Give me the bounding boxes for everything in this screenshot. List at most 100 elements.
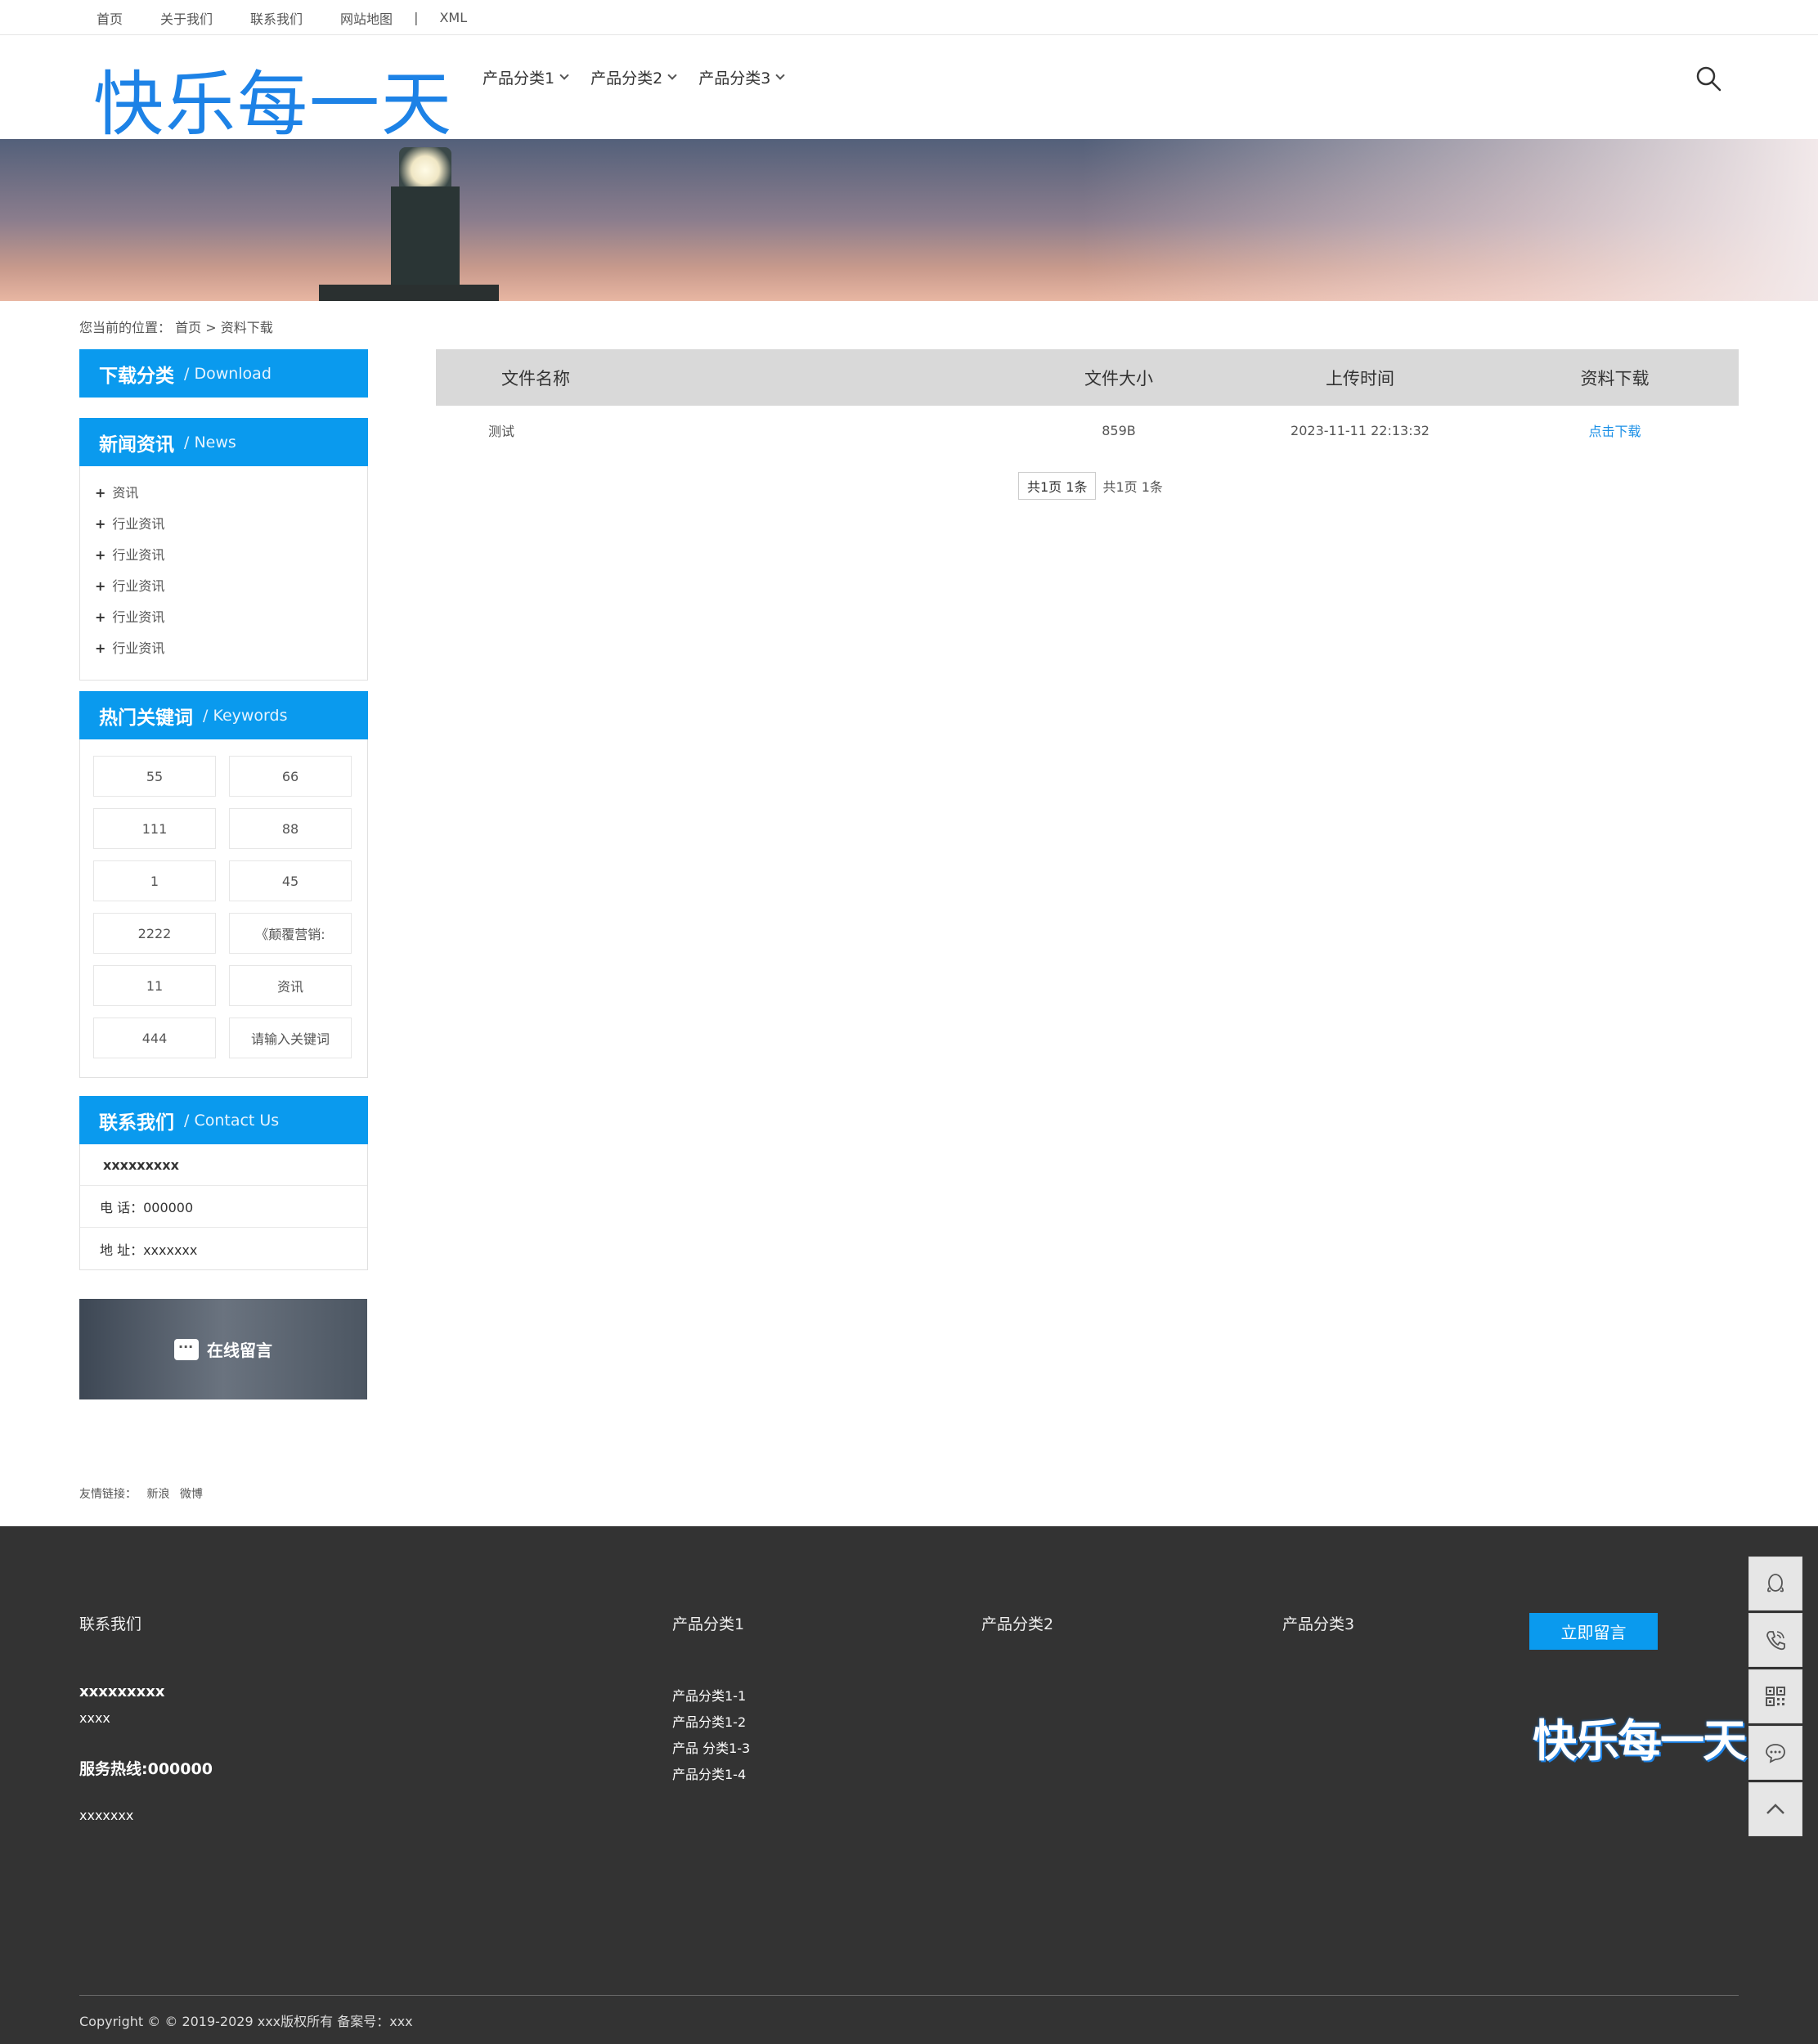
news-body: 资讯 行业资讯 行业资讯 行业资讯 行业资讯 行业资讯	[79, 466, 368, 681]
sidebar-news: 新闻资讯 / News 资讯 行业资讯 行业资讯 行业资讯 行业资讯 行业资讯	[79, 418, 368, 681]
phone-icon[interactable]	[1748, 1613, 1802, 1667]
floating-toolbar	[1748, 1557, 1802, 1839]
download-table: 文件名称 文件大小 上传时间 资料下载 测试 859B 2023-11-11 2…	[436, 349, 1739, 455]
keywords-header[interactable]: 热门关键词 / Keywords	[79, 691, 368, 739]
header-upload-time: 上传时间	[1326, 368, 1394, 389]
breadcrumb-sep: >	[205, 320, 217, 335]
nav-item-category-1[interactable]: 产品分类1	[483, 66, 569, 88]
cell-download: 点击下载	[1491, 420, 1739, 440]
nav-item-label: 产品分类1	[483, 70, 555, 88]
qrcode-icon[interactable]	[1748, 1669, 1802, 1723]
friend-links: 友情链接： 新浪 微博	[79, 1485, 209, 1502]
contact-company: xxxxxxxxx	[80, 1144, 367, 1186]
footer-col2-title[interactable]: 产品分类2	[981, 1612, 1053, 1634]
news-header[interactable]: 新闻资讯 / News	[79, 418, 368, 466]
list-item[interactable]: 产品分类1-4	[672, 1762, 750, 1788]
friend-link[interactable]: 新浪	[146, 1488, 169, 1501]
list-item[interactable]: 行业资讯	[95, 509, 352, 540]
header: 快乐每一天 产品分类1 产品分类2 产品分类3	[0, 35, 1818, 146]
contact-subtitle: / Contact Us	[184, 1111, 280, 1130]
contact-body: xxxxxxxxx 电 话：000000 地 址：xxxxxxx	[79, 1144, 368, 1270]
keyword-tag[interactable]: 55	[93, 756, 216, 797]
header-file-name: 文件名称	[501, 368, 570, 389]
contact-header[interactable]: 联系我们 / Contact Us	[79, 1096, 368, 1144]
footer-col3-title[interactable]: 产品分类3	[1282, 1612, 1354, 1634]
keywords-title: 热门关键词	[99, 707, 193, 729]
site-logo[interactable]: 快乐每一天	[93, 47, 453, 149]
breadcrumb-home[interactable]: 首页	[175, 320, 201, 335]
table-header: 文件名称 文件大小 上传时间 资料下载	[436, 349, 1739, 406]
footer-company: xxxxxxxxx	[79, 1683, 165, 1700]
chat-icon[interactable]	[1748, 1726, 1802, 1780]
main-nav: 产品分类1 产品分类2 产品分类3	[483, 66, 806, 88]
search-icon[interactable]	[1695, 65, 1722, 92]
keyword-tag[interactable]: 11	[93, 965, 216, 1006]
top-separator: |	[414, 10, 419, 25]
footer-logo: 快乐每一天	[1533, 1715, 1747, 1767]
list-item[interactable]: 产品 分类1-3	[672, 1736, 750, 1762]
footer: 联系我们 xxxxxxxxx xxxx 服务热线:000000 xxxxxxx …	[0, 1526, 1818, 2044]
news-list: 资讯 行业资讯 行业资讯 行业资讯 行业资讯 行业资讯	[80, 466, 367, 671]
list-item[interactable]: 行业资讯	[95, 571, 352, 602]
footer-col1-title[interactable]: 产品分类1	[672, 1612, 744, 1634]
chevron-down-icon	[667, 70, 677, 80]
top-link-about[interactable]: 关于我们	[160, 8, 213, 28]
contact-title: 联系我们	[99, 1112, 174, 1134]
keyword-tag[interactable]: 1	[93, 860, 216, 901]
top-bar: 首页 关于我们 联系我们 网站地图 | XML	[0, 0, 1818, 35]
online-message-banner[interactable]: 在线留言	[79, 1299, 367, 1399]
list-item[interactable]: 行业资讯	[95, 602, 352, 633]
breadcrumb-prefix: 您当前的位置：	[79, 320, 172, 335]
list-item[interactable]: 资讯	[95, 478, 352, 509]
list-item[interactable]: 产品分类1-1	[672, 1683, 750, 1709]
contact-address: 地 址：xxxxxxx	[100, 1242, 198, 1258]
keyword-tag[interactable]: 资讯	[229, 965, 352, 1006]
copyright: Copyright © © 2019-2029 xxx版权所有 备案号：xxx	[79, 2014, 413, 2029]
nav-item-category-3[interactable]: 产品分类3	[698, 66, 785, 88]
download-subtitle: / Download	[184, 364, 272, 383]
contact-phone: 电 话：000000	[80, 1186, 367, 1228]
sidebar-download: 下载分类 / Download	[79, 349, 368, 398]
top-link-contact[interactable]: 联系我们	[250, 8, 303, 28]
keyword-tag[interactable]: 《颠覆营销:	[229, 913, 352, 954]
list-item[interactable]: 行业资讯	[95, 540, 352, 571]
download-link[interactable]: 点击下载	[1588, 424, 1641, 439]
qq-icon[interactable]	[1748, 1557, 1802, 1610]
top-link-sitemap[interactable]: 网站地图	[340, 8, 393, 28]
footer-hotline: 服务热线:000000	[79, 1760, 213, 1778]
download-header[interactable]: 下载分类 / Download	[79, 349, 368, 398]
footer-line4: xxxxxxx	[79, 1808, 134, 1823]
cell-upload-time: 2023-11-11 22:13:32	[1291, 422, 1430, 438]
footer-col1-list: 产品分类1-1 产品分类1-2 产品 分类1-3 产品分类1-4	[672, 1683, 750, 1788]
footer-contact-title: 联系我们	[79, 1615, 142, 1633]
nav-item-label: 产品分类3	[698, 70, 771, 88]
breadcrumb: 您当前的位置： 首页 > 资料下载	[79, 317, 273, 336]
top-link-home[interactable]: 首页	[97, 8, 123, 28]
breadcrumb-current[interactable]: 资料下载	[221, 320, 273, 335]
footer-divider	[79, 1995, 1739, 1996]
pagination-box[interactable]: 共1页 1条	[1018, 472, 1097, 500]
header-download: 资料下载	[1580, 368, 1650, 389]
chat-bubble-icon	[174, 1336, 199, 1360]
cell-file-size: 859B	[1102, 422, 1136, 438]
keyword-tag[interactable]: 88	[229, 808, 352, 849]
back-to-top-icon[interactable]	[1748, 1782, 1802, 1836]
pagination: 共1页 1条 共1页 1条	[1018, 472, 1163, 500]
keyword-tag[interactable]: 111	[93, 808, 216, 849]
keyword-tag[interactable]: 444	[93, 1018, 216, 1058]
hero-banner	[0, 139, 1818, 301]
keyword-tag[interactable]: 66	[229, 756, 352, 797]
nav-item-category-2[interactable]: 产品分类2	[590, 66, 677, 88]
list-item[interactable]: 产品分类1-2	[672, 1709, 750, 1736]
list-item[interactable]: 行业资讯	[95, 633, 352, 664]
nav-item-label: 产品分类2	[590, 70, 663, 88]
leave-message-button[interactable]: 立即留言	[1529, 1613, 1658, 1650]
keyword-tag[interactable]: 45	[229, 860, 352, 901]
chevron-down-icon	[559, 70, 569, 80]
keyword-tag[interactable]: 2222	[93, 913, 216, 954]
top-link-xml[interactable]: XML	[439, 10, 467, 25]
online-message-label: 在线留言	[207, 1341, 272, 1360]
keyword-tag[interactable]: 请输入关键词	[229, 1018, 352, 1058]
friend-link[interactable]: 微博	[180, 1488, 203, 1501]
header-file-size: 文件大小	[1084, 368, 1153, 389]
